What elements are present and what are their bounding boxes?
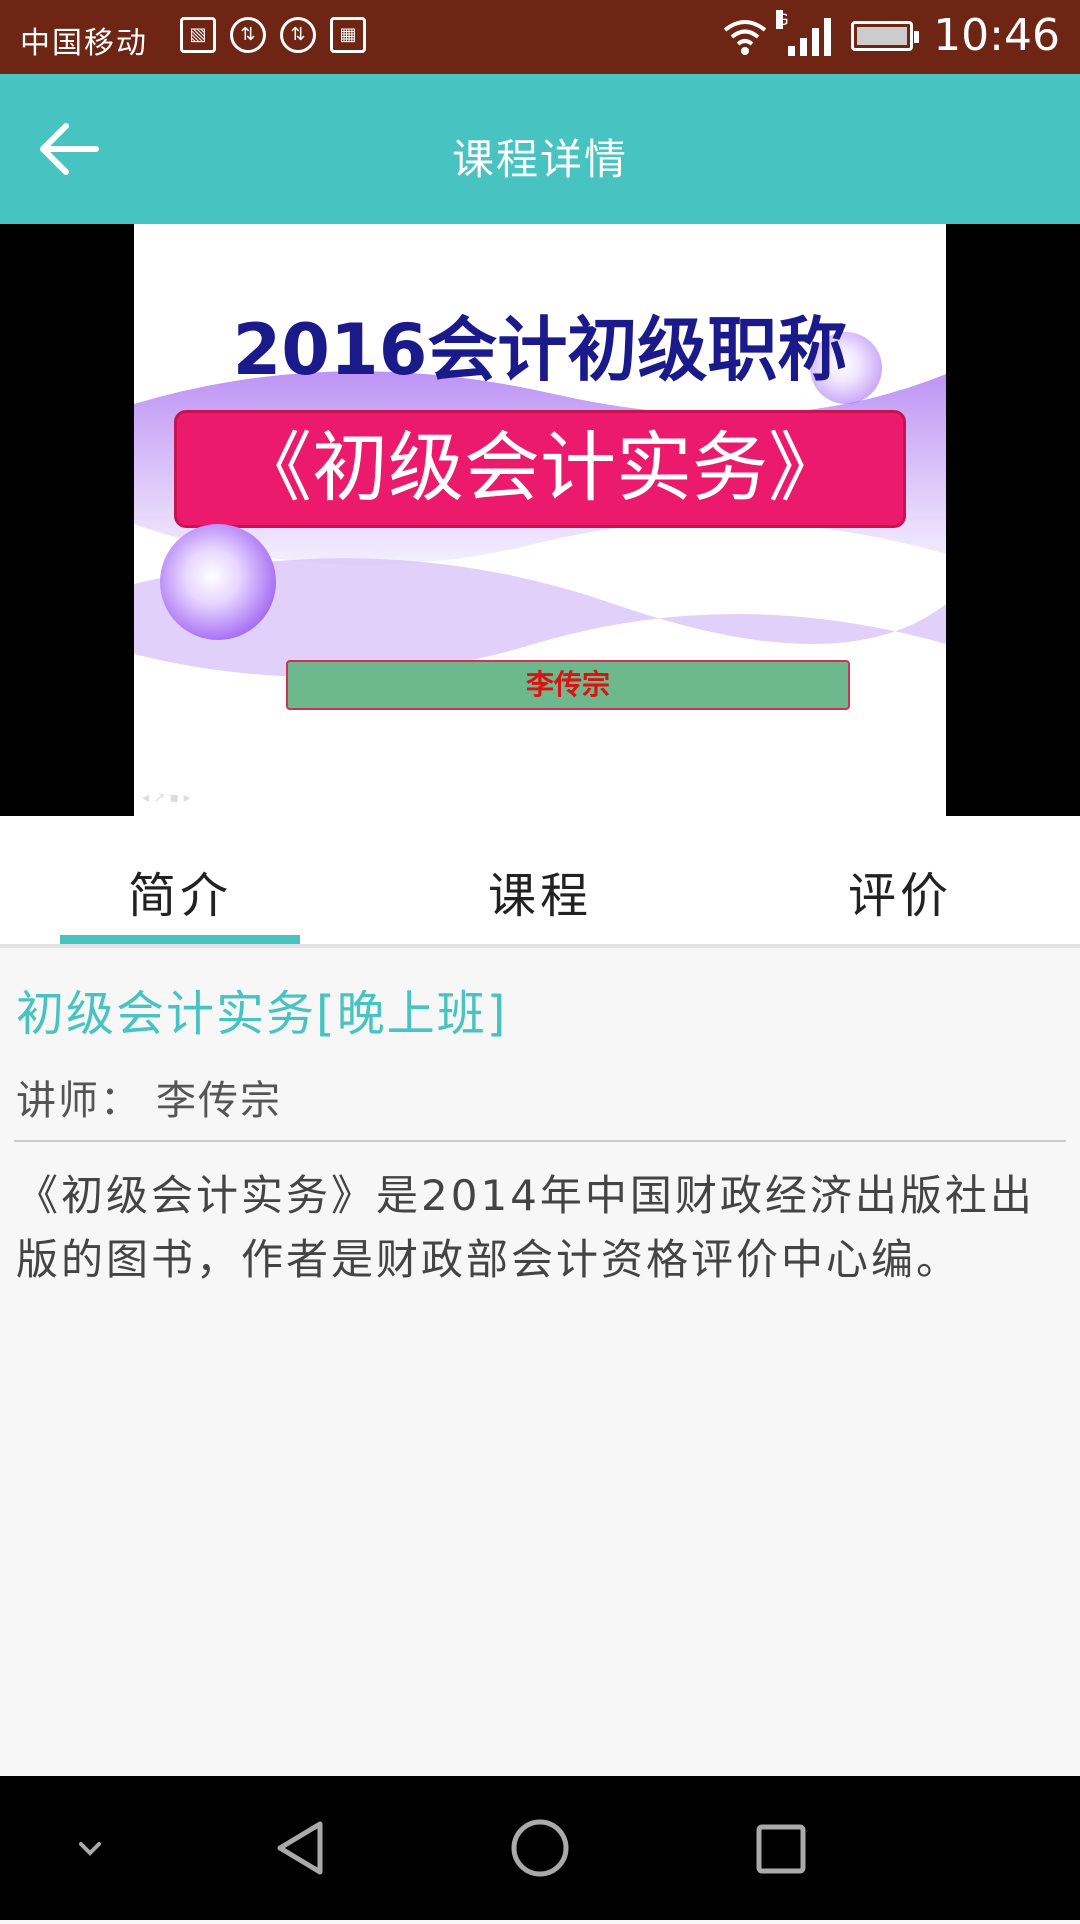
data-transfer-icon: ⇅ — [280, 17, 316, 53]
system-nav-bar — [0, 1776, 1080, 1920]
keyboard-icon: ▦ — [330, 17, 366, 53]
data-transfer-icon: ⇅ — [230, 17, 266, 53]
poster-slide-controls: ◂ ↗ ▪ ▸ — [142, 790, 191, 806]
page-title: 课程详情 — [451, 135, 628, 184]
image-icon: ▧ — [180, 17, 216, 53]
status-right: G 10:46 — [722, 9, 1060, 61]
carrier-name: 中国移动 — [20, 26, 148, 61]
course-description: 《初级会计实务》是2014年中国财政经济出版社出版的图书，作者是财政部会计资格评… — [16, 1171, 1035, 1284]
tab-label: 评价 — [847, 868, 952, 924]
tab-reviews[interactable]: 评价 — [720, 816, 1080, 944]
poster-teacher-name: 李传宗 — [286, 660, 850, 710]
wifi-icon — [723, 19, 767, 55]
decorative-sphere — [160, 524, 276, 640]
poster-year-title: 2016会计初级职称 — [232, 309, 848, 391]
divider — [14, 1140, 1066, 1142]
intro-panel: 初级会计实务[晚上班] 讲师： 李传宗 《初级会计实务》是2014年中国财政经济出… — [0, 948, 1080, 1776]
teacher-line: 讲师： 李传宗 — [16, 1068, 282, 1126]
poster-book-title: 《初级会计实务》 — [174, 410, 906, 528]
signal-icon: G — [776, 9, 832, 56]
chevron-down-icon — [79, 1842, 101, 1856]
video-player[interactable]: 2016会计初级职称 《初级会计实务》 李传宗 ◂ ↗ ▪ ▸ — [0, 224, 1080, 816]
nav-home-button[interactable] — [480, 1776, 600, 1920]
notification-icons: ▧ ⇅ ⇅ ▦ — [180, 17, 366, 53]
recents-square-icon — [756, 1824, 806, 1874]
teacher-label: 讲师： — [16, 1078, 142, 1124]
back-triangle-icon — [277, 1821, 323, 1875]
tab-intro[interactable]: 简介 — [0, 816, 360, 944]
app-toolbar: 课程详情 — [0, 74, 1080, 224]
course-title: 初级会计实务[晚上班] — [16, 986, 508, 1042]
video-poster: 2016会计初级职称 《初级会计实务》 李传宗 ◂ ↗ ▪ ▸ — [134, 224, 946, 816]
network-type: G — [776, 9, 789, 29]
tab-label: 简介 — [127, 868, 232, 924]
status-bar: 中国移动 ▧ ⇅ ⇅ ▦ G 10:46 — [0, 0, 1080, 74]
tab-label: 课程 — [487, 868, 592, 924]
tab-bar: 简介 课程 评价 — [0, 816, 1080, 948]
clock: 10:46 — [933, 10, 1060, 61]
home-circle-icon — [511, 1819, 569, 1877]
nav-back-button[interactable] — [240, 1776, 360, 1920]
hide-keyboard-button[interactable] — [30, 1776, 150, 1920]
tab-courses[interactable]: 课程 — [360, 816, 720, 944]
battery-icon — [851, 20, 920, 51]
nav-recents-button[interactable] — [720, 1776, 840, 1920]
teacher-name: 李传宗 — [156, 1078, 282, 1124]
